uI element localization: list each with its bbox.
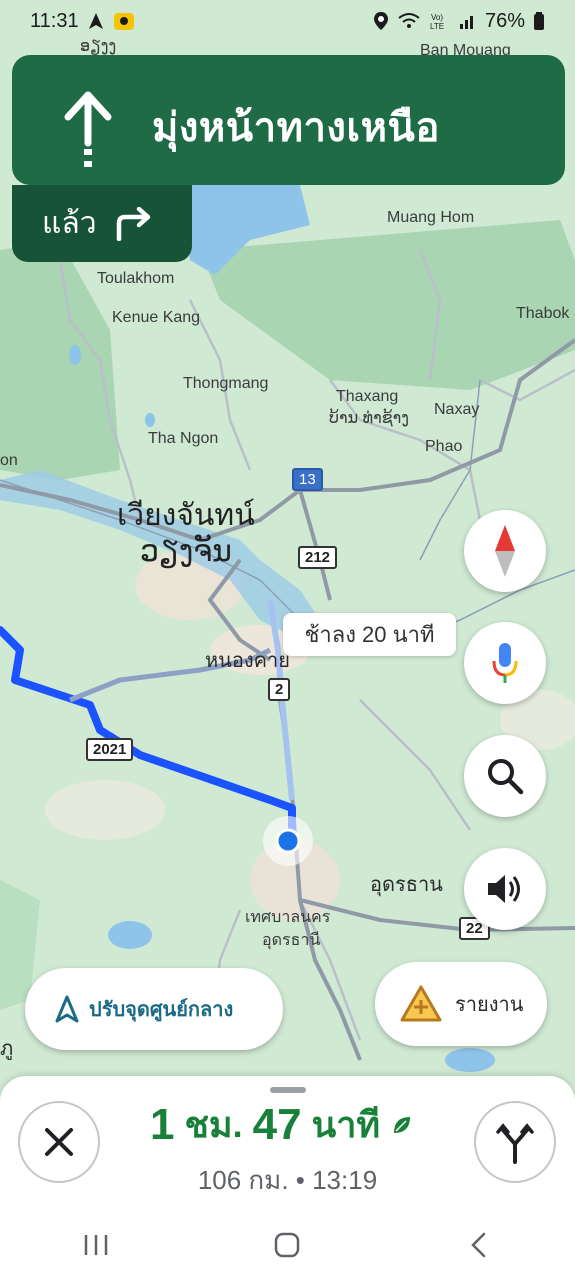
map-label-udon-municipality: เทศบาลนคร <box>245 909 331 926</box>
map-label-nong-khai: หนองคาย <box>205 650 290 672</box>
microphone-icon <box>492 643 518 683</box>
compass-button[interactable] <box>464 510 546 592</box>
eta-minutes: 47 <box>252 1099 302 1149</box>
recenter-label: ปรับจุดศูนย์กลาง <box>89 999 234 1021</box>
svg-text:Vo): Vo) <box>431 13 443 22</box>
eta-display: 1 ชม. 47 นาที <box>150 1096 414 1153</box>
location-icon <box>373 12 388 30</box>
notification-app-icon <box>113 13 134 30</box>
route-fork-icon <box>496 1123 534 1164</box>
report-button[interactable]: รายงาน <box>375 962 547 1046</box>
map-label-left-bottom: ภู <box>0 1038 14 1060</box>
map-label-thongmang: Thongmang <box>183 375 269 392</box>
eco-leaf-icon <box>394 1116 411 1133</box>
map-label-phao: Phao <box>425 438 463 455</box>
instruction-card[interactable]: มุ่งหน้าทางเหนือ <box>12 55 565 185</box>
compass-icon <box>495 525 515 577</box>
recent-apps-icon[interactable] <box>81 1232 111 1258</box>
then-label: แล้ว <box>42 207 97 240</box>
map-label-vientiane-lao: ວຽງຈັນ <box>140 535 232 568</box>
report-label: รายงาน <box>455 994 524 1016</box>
home-icon[interactable] <box>272 1230 302 1260</box>
wifi-icon <box>398 13 420 28</box>
search-button[interactable] <box>464 735 546 817</box>
map-label-tha-ngon: Tha Ngon <box>148 430 219 447</box>
battery-icon <box>534 12 544 30</box>
current-location-marker <box>263 816 313 866</box>
status-bar: 11:31 Vo) LTE 76% <box>0 0 575 42</box>
search-icon <box>488 759 524 795</box>
road-shield-13: 13 <box>292 468 323 491</box>
status-time: 11:31 <box>30 9 79 32</box>
signal-icon <box>459 16 473 29</box>
recenter-button[interactable]: ปรับจุดศูนย์กลาง <box>25 968 283 1050</box>
map-label-kenue-kang: Kenue Kang <box>112 309 201 326</box>
turn-right-icon <box>116 206 150 241</box>
straight-arrow-icon <box>64 91 112 167</box>
traffic-delay-chip[interactable]: ช้าลง 20 นาที <box>283 613 456 656</box>
map-label-muang-hom: Muang Hom <box>387 209 475 226</box>
close-icon <box>45 1128 73 1156</box>
eta-minutes-unit: นาที <box>311 1104 381 1145</box>
road-shield-212: 212 <box>298 546 338 569</box>
voice-search-button[interactable] <box>464 622 546 704</box>
recenter-arrow-icon <box>55 995 79 1023</box>
map-label-toulakhom: Toulakhom <box>97 270 175 287</box>
back-icon[interactable] <box>464 1230 494 1260</box>
report-warning-icon <box>400 985 442 1022</box>
eta-hours: 1 <box>150 1099 175 1149</box>
road-shield-2021: 2021 <box>86 738 134 761</box>
map-label-thabok: Thabok <box>516 305 570 322</box>
eta-hours-unit: ชม. <box>184 1104 243 1145</box>
then-card[interactable]: แล้ว <box>12 185 192 262</box>
map-label-naxay: Naxay <box>434 401 480 418</box>
map-label-on: on <box>0 452 18 469</box>
map-label-udon-municipality-2: อุดรธานี <box>262 932 321 949</box>
road-shield-2: 2 <box>268 678 291 701</box>
volte-icon: Vo)LTE <box>430 13 444 31</box>
map-label-thaxang-lao: ບ້ານ ທ່າຊ້າງ <box>329 410 409 427</box>
instruction-text: มุ่งหน้าทางเหนือ <box>152 106 440 150</box>
map-label-udon: อุดรธาน <box>370 874 443 896</box>
navigation-icon <box>88 13 103 29</box>
battery-percent: 76% <box>484 9 525 32</box>
svg-text:LTE: LTE <box>430 22 444 31</box>
system-navigation-bar <box>0 1210 575 1280</box>
sound-button[interactable] <box>464 848 546 930</box>
alternate-routes-button[interactable] <box>474 1101 556 1183</box>
speaker-icon <box>488 875 520 903</box>
map-label-thaxang: Thaxang <box>336 388 399 405</box>
drag-handle[interactable] <box>270 1087 306 1093</box>
map-label-vientiane-th: เวียงจันทน์ <box>117 499 255 532</box>
